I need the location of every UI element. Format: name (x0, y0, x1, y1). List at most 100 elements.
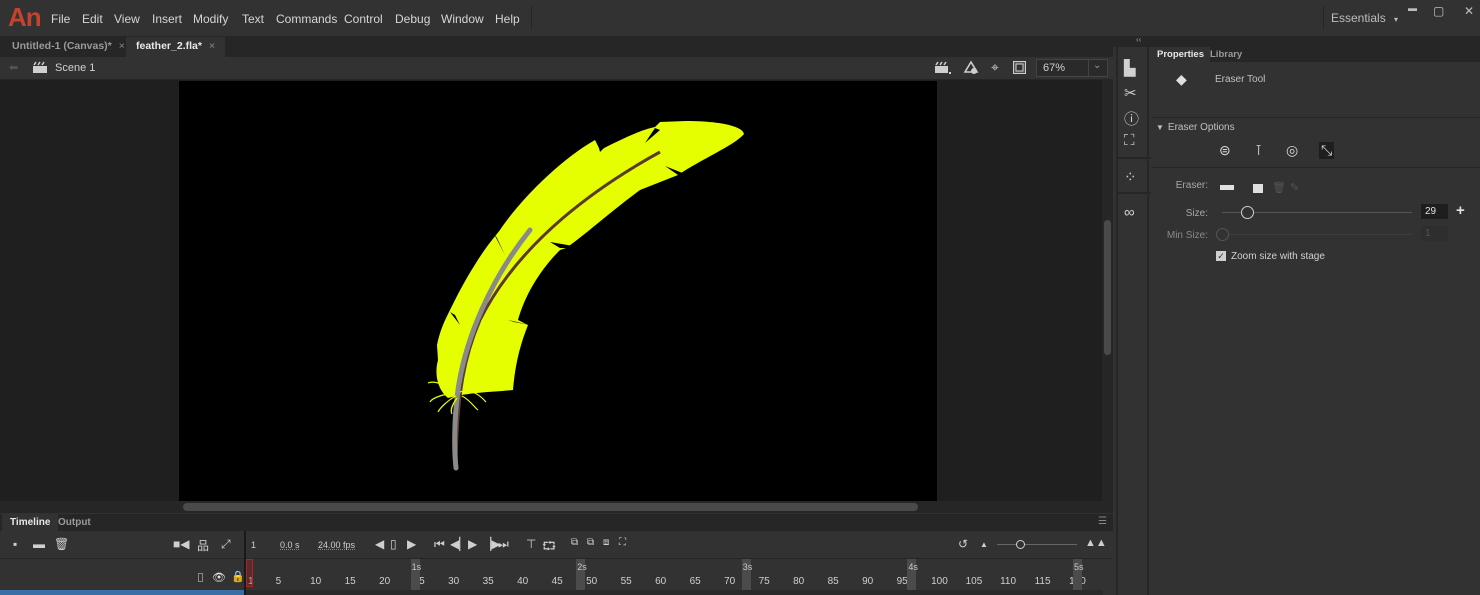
trash-icon[interactable]: 🗑 (54, 537, 69, 551)
size-input[interactable]: 29 (1421, 204, 1448, 219)
workspace-switcher[interactable]: Essentials ▾ (1331, 11, 1398, 25)
lock-icon[interactable]: 🔒 (231, 570, 245, 583)
new-folder-icon[interactable]: ▬ (33, 537, 45, 551)
zoom-in-icon[interactable]: ▲▲ (1085, 537, 1107, 549)
clip-content-icon[interactable] (1013, 61, 1026, 74)
go-to-first-icon[interactable]: ⏮ (434, 537, 445, 552)
step-back-icon[interactable]: ◀ (375, 537, 384, 551)
horizontal-scroll-thumb[interactable] (183, 503, 918, 511)
zoom-dropdown[interactable]: 67% ⌄ (1036, 59, 1108, 77)
plus-icon[interactable]: + (1456, 202, 1465, 219)
pencil-icon: ✎ (1290, 182, 1300, 194)
feather-artwork[interactable] (179, 81, 937, 501)
graph-icon[interactable]: ⤢ (221, 537, 231, 552)
close-icon[interactable]: × (209, 40, 215, 52)
horizontal-scrollbar[interactable] (0, 501, 1113, 513)
maximize-button[interactable]: ▢ (1433, 4, 1444, 18)
timeline-ruler[interactable]: 1510152025303540455055606570758085909510… (246, 559, 1103, 591)
tab-feather-2[interactable]: feather_2.fla* × (126, 37, 226, 57)
properties-tabs: Properties Library (1151, 47, 1480, 62)
eraser-shape-icon[interactable] (1220, 185, 1234, 190)
camera-icon[interactable]: ■◀ (173, 537, 189, 551)
zoom-out-icon[interactable]: ▲ (980, 540, 988, 549)
current-frame[interactable]: 1 (251, 540, 256, 550)
menu-file[interactable]: File (51, 12, 70, 26)
center-stage-icon[interactable]: ⌖ (991, 59, 999, 76)
center-frame-icon[interactable]: ▯ (390, 537, 397, 551)
back-arrow-icon[interactable]: ⬅ (9, 61, 18, 74)
frame-number: 100 (931, 576, 948, 587)
insert-frame-icon[interactable]: ⊤ (526, 537, 536, 551)
tab-output[interactable]: Output (50, 514, 99, 531)
onion-skin-icon[interactable]: ⧉ (571, 537, 578, 548)
menu-commands[interactable]: Commands (276, 12, 337, 26)
zoom-size-checkbox[interactable]: ✓ (1216, 251, 1226, 261)
stage-canvas[interactable] (179, 81, 937, 501)
go-to-last-icon[interactable]: ⏭ (498, 537, 509, 552)
eraser-shape-add-icon[interactable] (1253, 184, 1263, 193)
playhead[interactable] (246, 559, 253, 587)
close-window-button[interactable]: ✕ (1464, 4, 1474, 18)
prev-frame-icon[interactable]: ◀▏ (450, 537, 468, 551)
edit-scene-icon[interactable] (935, 61, 951, 74)
minimize-button[interactable]: ▬ (1408, 3, 1417, 13)
timeline-divider[interactable] (244, 531, 246, 595)
loop-icon[interactable]: ⮔ (542, 537, 556, 558)
outline-toggle-icon[interactable] (198, 573, 203, 582)
size-slider-knob[interactable] (1241, 206, 1254, 219)
menu-view[interactable]: View (114, 12, 140, 26)
menu-help[interactable]: Help (495, 12, 520, 26)
new-layer-icon[interactable]: ▪ (13, 537, 17, 551)
frames-row[interactable] (246, 590, 1103, 595)
tab-untitled-1[interactable]: Untitled-1 (Canvas)* × (2, 37, 135, 57)
panel-menu-icon[interactable]: ☰ (1098, 516, 1107, 527)
close-icon[interactable]: × (119, 40, 125, 52)
menu-text[interactable]: Text (242, 12, 264, 26)
frame-rate[interactable]: 24.00 fps (318, 540, 355, 550)
eye-icon[interactable]: 👁 (212, 571, 226, 584)
frame-number: 85 (827, 576, 839, 587)
align-icon[interactable]: ▙ (1124, 59, 1136, 77)
transform-icon[interactable]: ⛶ (1124, 132, 1135, 149)
second-label: 4s (908, 562, 918, 572)
timeline-zoom-knob[interactable] (1016, 540, 1025, 549)
vertical-scrollbar[interactable] (1102, 80, 1113, 501)
strip-divider (1118, 192, 1151, 194)
step-forward-icon[interactable]: ▶ (407, 537, 416, 551)
dock-collapse-bar[interactable]: ‹‹ (1113, 35, 1480, 47)
layer-parenting-icon[interactable]: 品 (197, 537, 209, 554)
frame-number: 35 (482, 576, 494, 587)
play-icon[interactable]: ▶ (468, 537, 477, 551)
onion-markers-icon[interactable]: ⛶ (619, 537, 626, 548)
info-icon[interactable]: ⓘ (1124, 108, 1139, 129)
eraser-mode-icon[interactable]: ⊜ (1219, 142, 1231, 159)
eraser-options-header[interactable]: ▼ Eraser Options (1156, 122, 1235, 133)
zoom-size-label[interactable]: Zoom size with stage (1231, 251, 1325, 262)
timeline-zoom-track[interactable] (997, 544, 1077, 545)
tab-library[interactable]: Library (1204, 47, 1248, 62)
faucet-icon[interactable]: ⊺ (1255, 142, 1262, 159)
menu-insert[interactable]: Insert (152, 12, 182, 26)
scene-label[interactable]: Scene 1 (55, 62, 95, 74)
edit-multiple-frames-icon[interactable]: ⧈ (603, 537, 609, 548)
tab-properties[interactable]: Properties (1151, 47, 1210, 62)
target-icon[interactable]: ◎ (1286, 142, 1298, 159)
elapsed-time[interactable]: 0.0 s (280, 540, 300, 550)
reset-zoom-icon[interactable]: ↺ (958, 537, 968, 551)
menu-window[interactable]: Window (441, 12, 484, 26)
menu-modify[interactable]: Modify (193, 12, 228, 26)
collapse-icon[interactable]: ‹‹ (1136, 35, 1141, 44)
edit-symbols-icon[interactable] (963, 60, 981, 75)
layer-row[interactable] (0, 590, 244, 595)
vertical-scroll-thumb[interactable] (1104, 220, 1111, 355)
menu-debug[interactable]: Debug (395, 12, 430, 26)
eraser-icon: ◆ (1176, 71, 1187, 87)
onion-outline-icon[interactable]: ⧉ (587, 537, 594, 548)
frame-number: 50 (586, 576, 598, 587)
motion-presets-icon[interactable]: ⁘ (1124, 168, 1137, 186)
pressure-icon[interactable]: ⤡ (1319, 142, 1335, 159)
menu-edit[interactable]: Edit (82, 12, 103, 26)
menu-control[interactable]: Control (344, 12, 383, 26)
tools-icon[interactable]: ✂ (1124, 84, 1137, 102)
creative-cloud-icon[interactable]: ∞ (1124, 204, 1135, 221)
